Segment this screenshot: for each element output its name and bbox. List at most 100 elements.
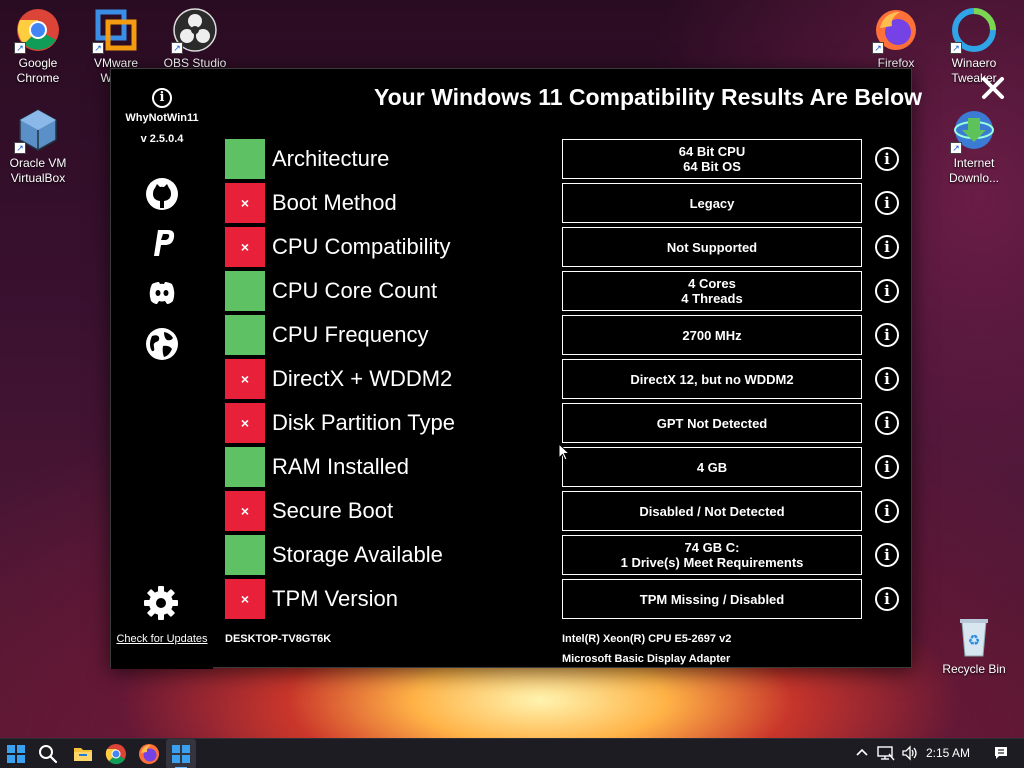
- results-panel: Your Windows 11 Compatibility Results Ar…: [213, 69, 1004, 629]
- desktop-icon-firefox[interactable]: ↗ Firefox: [858, 8, 934, 71]
- check-info-icon[interactable]: i: [875, 587, 899, 611]
- whynotwin11-taskbar-icon: [172, 745, 190, 768]
- virtualbox-icon: ↗: [14, 108, 60, 154]
- result-row: × Boot Method Legacy i: [213, 183, 911, 223]
- computer-name: DESKTOP-TV8GT6K: [225, 633, 332, 645]
- firefox-taskbar-icon[interactable]: [138, 743, 160, 765]
- check-name: RAM Installed: [272, 454, 409, 479]
- check-value-line: Legacy: [689, 195, 735, 211]
- check-info-icon[interactable]: i: [875, 455, 899, 479]
- fail-indicator: ×: [225, 491, 265, 531]
- taskbar-clock[interactable]: 2:15 AM: [926, 746, 970, 760]
- check-value-line: Disabled / Not Detected: [639, 503, 785, 519]
- result-row: × DirectX + WDDM2 DirectX 12, but no WDDM2…: [213, 359, 911, 399]
- desktop-icon-chrome[interactable]: ↗ Google Chrome: [0, 8, 76, 86]
- check-value-line: GPT Not Detected: [656, 415, 768, 431]
- check-name: Disk Partition Type: [272, 410, 456, 435]
- check-value-line: 64 Bit OS: [683, 159, 741, 174]
- check-value-box: Legacy: [562, 183, 862, 223]
- file-explorer-icon[interactable]: [72, 743, 94, 765]
- page-title: Your Windows 11 Compatibility Results Ar…: [374, 84, 923, 110]
- result-row: CPU Frequency 2700 MHz i: [213, 315, 911, 355]
- settings-gear-icon[interactable]: [143, 585, 179, 621]
- check-info-icon[interactable]: i: [875, 191, 899, 215]
- desktop-icon-virtualbox[interactable]: ↗ Oracle VM VirtualBox: [0, 108, 76, 186]
- desktop-icon-obs[interactable]: ↗ OBS Studio: [157, 8, 233, 71]
- chrome-icon: ↗: [14, 8, 60, 54]
- result-row: Storage Available 74 GB C: 1 Drive(s) Meet…: [213, 535, 911, 575]
- close-icon[interactable]: [980, 75, 1006, 101]
- svg-text:♻: ♻: [968, 633, 981, 649]
- tray-overflow-chevron-icon[interactable]: [855, 745, 869, 762]
- check-info-icon[interactable]: i: [875, 235, 899, 259]
- pass-indicator: [225, 271, 265, 311]
- fail-indicator: ×: [225, 579, 265, 619]
- check-value-box: GPT Not Detected: [562, 403, 862, 443]
- taskbar: 2:15 AM: [0, 738, 1024, 768]
- check-info-icon[interactable]: i: [875, 411, 899, 435]
- check-value-line: DirectX 12, but no WDDM2: [630, 371, 794, 387]
- check-name: CPU Core Count: [272, 278, 438, 303]
- fail-indicator: ×: [225, 227, 265, 267]
- desktop-icon-recycle-bin[interactable]: ♻ Recycle Bin: [936, 614, 1012, 677]
- check-value-box: 74 GB C: 1 Drive(s) Meet Requirements: [562, 535, 862, 575]
- check-name: TPM Version: [272, 586, 398, 611]
- result-row: CPU Core Count 4 Cores 4 Threads i: [213, 271, 911, 311]
- check-value-line: 1 Drive(s) Meet Requirements: [620, 555, 804, 570]
- whynotwin11-taskbar-button[interactable]: [166, 739, 196, 768]
- check-value-line: 4 Threads: [681, 291, 743, 306]
- pass-indicator: [225, 447, 265, 487]
- paypal-icon[interactable]: [145, 226, 179, 260]
- check-value-box: 4 GB: [562, 447, 862, 487]
- cpu-name: Intel(R) Xeon(R) CPU E5-2697 v2: [562, 633, 732, 645]
- pass-indicator: [225, 139, 265, 179]
- check-value-box: 4 Cores 4 Threads: [562, 271, 862, 311]
- check-name: CPU Compatibility: [272, 234, 451, 259]
- discord-icon[interactable]: [145, 276, 179, 310]
- check-info-icon[interactable]: i: [875, 543, 899, 567]
- desktop-icon-idm[interactable]: ↗ Internet Downlo...: [936, 108, 1012, 186]
- check-info-icon[interactable]: i: [875, 279, 899, 303]
- fail-indicator: ×: [225, 359, 265, 399]
- desktop-icon-label: Oracle VM VirtualBox: [9, 156, 67, 185]
- about-info-icon[interactable]: i: [152, 88, 172, 108]
- check-name: Boot Method: [272, 190, 397, 215]
- check-value-line: 64 Bit CPU: [678, 144, 746, 159]
- sidebar: i WhyNotWin11 v 2.5.0.4 Check for Update…: [111, 69, 213, 669]
- desktop-icon-label: Google Chrome: [16, 56, 60, 85]
- check-value-line: TPM Missing / Disabled: [639, 591, 785, 607]
- check-info-icon[interactable]: i: [875, 499, 899, 523]
- check-value-line: 4 Cores: [688, 276, 736, 291]
- globe-icon[interactable]: [145, 327, 179, 361]
- check-info-icon[interactable]: i: [875, 147, 899, 171]
- winaero-icon: ↗: [950, 8, 996, 54]
- app-version: v 2.5.0.4: [140, 133, 184, 145]
- network-icon[interactable]: [877, 745, 895, 764]
- result-row: × CPU Compatibility Not Supported i: [213, 227, 911, 267]
- check-name: Architecture: [272, 146, 390, 171]
- check-value-line: Not Supported: [666, 239, 758, 255]
- desktop-icon-label: Recycle Bin: [942, 662, 1006, 676]
- fail-indicator: ×: [225, 183, 265, 223]
- app-name: WhyNotWin11: [125, 112, 199, 124]
- check-for-updates-link[interactable]: Check for Updates: [111, 633, 213, 645]
- fail-indicator: ×: [225, 403, 265, 443]
- check-value-line: 74 GB C:: [684, 540, 740, 555]
- chrome-taskbar-icon[interactable]: [105, 743, 127, 765]
- check-value-line: 2700 MHz: [682, 327, 742, 343]
- check-value-box: TPM Missing / Disabled: [562, 579, 862, 619]
- check-value-box: Not Supported: [562, 227, 862, 267]
- result-row: × Disk Partition Type GPT Not Detected i: [213, 403, 911, 443]
- check-name: DirectX + WDDM2: [272, 366, 453, 391]
- volume-icon[interactable]: [901, 745, 919, 764]
- start-windows-icon[interactable]: [5, 743, 27, 765]
- search-icon[interactable]: [37, 743, 59, 765]
- check-info-icon[interactable]: i: [875, 367, 899, 391]
- github-icon[interactable]: [145, 177, 179, 211]
- notifications-icon[interactable]: [993, 745, 1009, 764]
- check-info-icon[interactable]: i: [875, 323, 899, 347]
- check-name: CPU Frequency: [272, 322, 429, 347]
- whynotwin11-window: i WhyNotWin11 v 2.5.0.4 Check for Update…: [110, 68, 1004, 669]
- result-row: Architecture 64 Bit CPU 64 Bit OS i: [213, 139, 911, 179]
- check-value-box: DirectX 12, but no WDDM2: [562, 359, 862, 399]
